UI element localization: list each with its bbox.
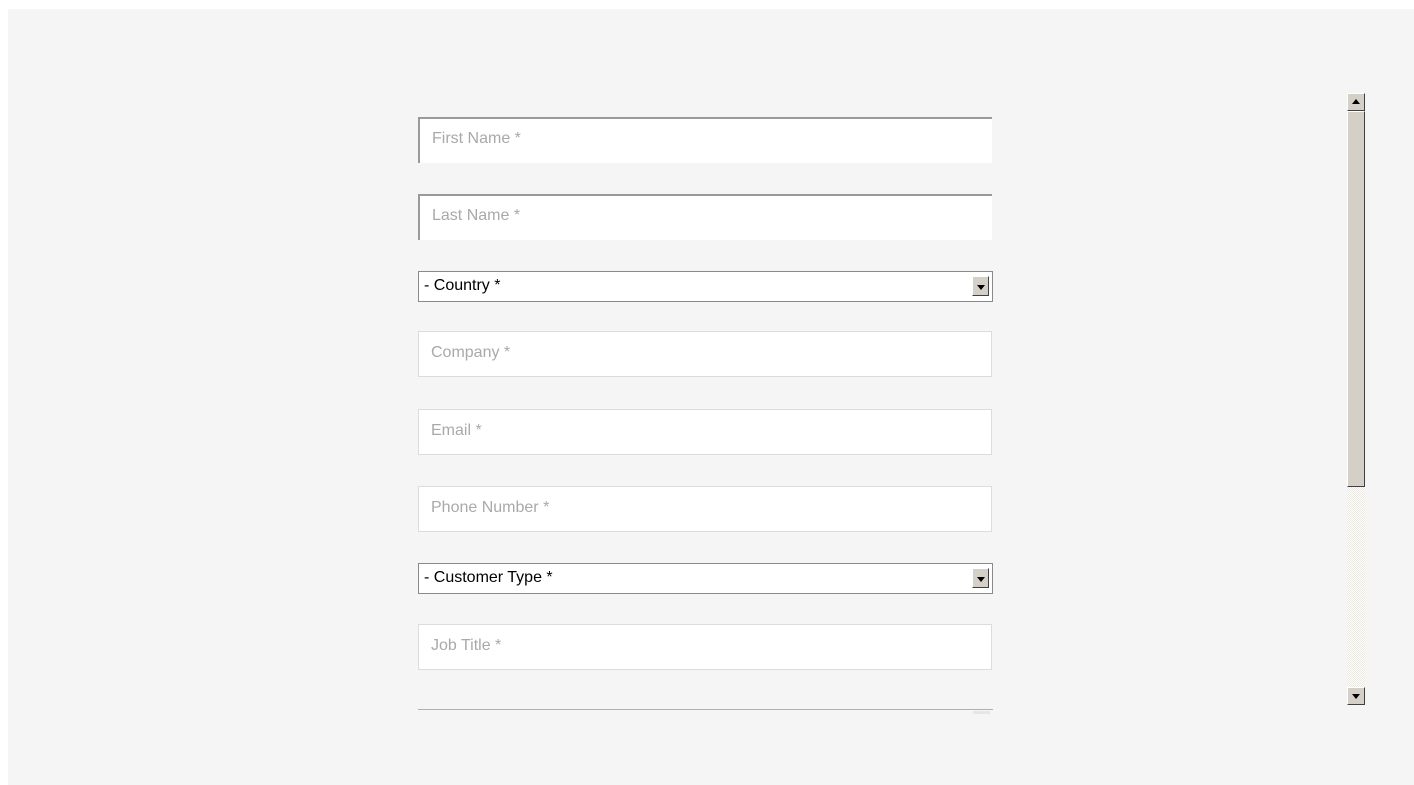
arrow-down-icon[interactable] [1347, 687, 1365, 705]
first-name-field[interactable]: First Name * [418, 117, 992, 163]
company-field[interactable]: Company * [418, 331, 992, 377]
chevron-down-icon[interactable] [972, 568, 989, 588]
next-select-partial[interactable] [418, 709, 993, 714]
first-name-placeholder: First Name * [432, 130, 521, 147]
country-select-value: - Country * [424, 277, 501, 294]
phone-number-field[interactable]: Phone Number * [418, 486, 992, 532]
job-title-field[interactable]: Job Title * [418, 624, 992, 670]
arrow-up-icon[interactable] [1347, 93, 1365, 111]
chevron-down-icon[interactable] [972, 276, 989, 296]
chevron-down-icon[interactable] [973, 711, 990, 714]
customer-type-select[interactable]: - Customer Type * [418, 563, 993, 594]
scrollbar-thumb[interactable] [1347, 111, 1365, 487]
job-title-placeholder: Job Title * [431, 637, 502, 654]
customer-type-select-value: - Customer Type * [424, 569, 553, 586]
email-placeholder: Email * [431, 422, 482, 439]
last-name-field[interactable]: Last Name * [418, 194, 992, 240]
company-placeholder: Company * [431, 344, 511, 361]
country-select[interactable]: - Country * [418, 271, 993, 302]
page-background: First Name * Last Name * - Country * Com… [8, 9, 1414, 785]
email-field[interactable]: Email * [418, 409, 992, 455]
phone-number-placeholder: Phone Number * [431, 499, 550, 516]
lead-form: First Name * Last Name * - Country * Com… [418, 117, 998, 714]
vertical-scrollbar[interactable] [1347, 93, 1365, 705]
last-name-placeholder: Last Name * [432, 207, 521, 224]
